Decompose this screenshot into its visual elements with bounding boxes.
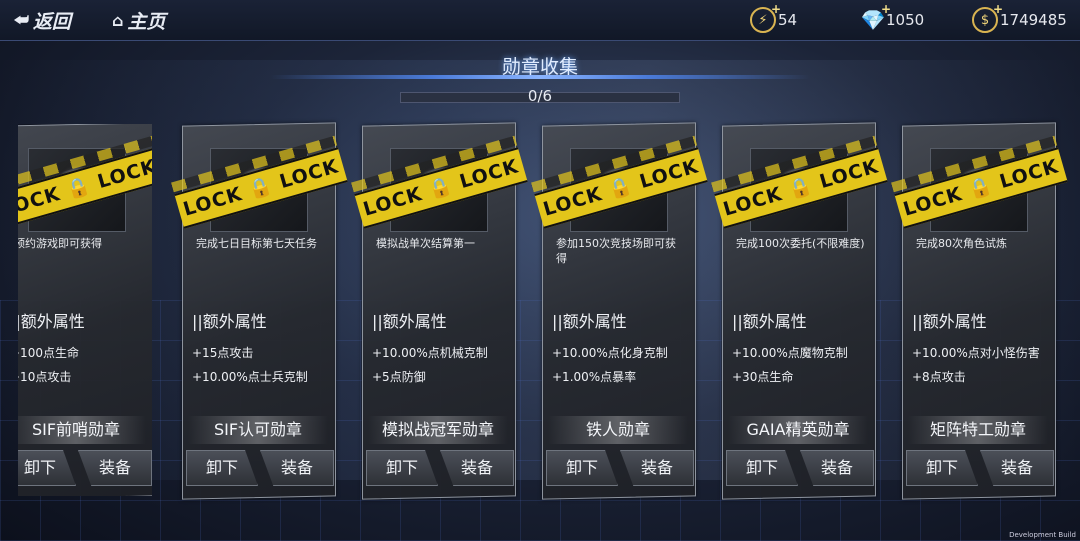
title-underline (270, 75, 810, 79)
attribute-line: +1.00%点暴率 (552, 370, 637, 384)
attribute-line: +10.00%点对小怪伤害 (912, 346, 1040, 360)
extra-attributes-heading: ||额外属性 (912, 312, 987, 331)
coin-counter[interactable]: $ + 1749485 (972, 2, 1067, 34)
medal-name: GAIA精英勋章 (728, 416, 868, 444)
back-button[interactable]: ⮨ 返回 (14, 6, 71, 34)
attribute-line: +15点攻击 (192, 346, 254, 360)
progress-text: 0/6 (527, 87, 553, 105)
home-label: 主页 (127, 10, 166, 33)
back-label: 返回 (32, 10, 71, 33)
add-energy-icon[interactable]: + (771, 2, 781, 16)
add-coin-icon[interactable]: + (993, 2, 1003, 16)
lightning-icon: ⚡ + (750, 2, 781, 33)
medal-description: 完成100次委托(不限难度) (736, 237, 865, 250)
medal-name: 铁人勋章 (548, 416, 688, 444)
attribute-line: +10.00%点机械克制 (372, 346, 488, 360)
extra-attributes-heading: ||额外属性 (192, 312, 267, 331)
extra-attributes-heading: ||额外属性 (732, 312, 807, 331)
medal-name: 矩阵特工勋章 (908, 416, 1048, 444)
add-diamond-icon[interactable]: + (881, 2, 891, 16)
energy-counter[interactable]: ⚡ + 54 (750, 2, 797, 34)
attribute-line: +10.00%点化身克制 (552, 346, 668, 360)
attribute-line: +100点生命 (18, 346, 79, 360)
top-bar: ⮨ 返回 ⌂ 主页 ⚡ + 54 💎 + 1050 $ + 1749485 (0, 0, 1080, 41)
coin-value: 1749485 (1000, 11, 1067, 29)
medal-card[interactable]: LOCK 🔒 LOCK 完成80次角色试炼 ||额外属性 +10.00%点对小怪… (894, 122, 1068, 500)
diamond-value: 1050 (886, 11, 925, 29)
medal-name: 模拟战冠军勋章 (368, 416, 508, 444)
home-icon: ⌂ (112, 10, 124, 30)
extra-attributes-heading: ||额外属性 (552, 312, 627, 331)
attribute-line: +10.00%点魔物克制 (732, 346, 848, 360)
attribute-line: +10点攻击 (18, 370, 72, 384)
medal-name: SIF前哨勋章 (18, 416, 146, 444)
medal-description: 完成80次角色试炼 (916, 237, 1007, 250)
attribute-line: +10.00%点士兵克制 (192, 370, 308, 384)
diamond-counter[interactable]: 💎 + 1050 (860, 2, 925, 34)
attribute-line: +5点防御 (372, 370, 426, 384)
medal-card[interactable]: LOCK 🔒 LOCK 预约游戏即可获得 ||额外属性 +100点生命 +10点… (18, 124, 152, 496)
extra-attributes-heading: ||额外属性 (18, 312, 85, 331)
medal-description: 预约游戏即可获得 (18, 237, 102, 250)
medal-card[interactable]: LOCK 🔒 LOCK 参加150次竞技场即可获得 ||额外属性 +10.00%… (534, 122, 708, 500)
home-button[interactable]: ⌂ 主页 (112, 6, 165, 34)
diamond-icon: 💎 + (860, 2, 891, 32)
medal-card[interactable]: LOCK 🔒 LOCK 完成100次委托(不限难度) ||额外属性 +10.00… (714, 122, 888, 500)
extra-attributes-heading: ||额外属性 (372, 312, 447, 331)
dev-build-label: Development Build (1009, 531, 1076, 539)
medal-description: 完成七日目标第七天任务 (196, 237, 317, 250)
medal-name: SIF认可勋章 (188, 416, 328, 444)
attribute-line: +30点生命 (732, 370, 794, 384)
medal-description: 参加150次竞技场即可获得 (556, 237, 676, 265)
medal-card[interactable]: LOCK 🔒 LOCK 完成七日目标第七天任务 ||额外属性 +15点攻击 +1… (174, 122, 348, 500)
back-icon: ⮨ (14, 10, 29, 29)
attribute-line: +8点攻击 (912, 370, 966, 384)
coin-icon: $ + (972, 2, 1003, 33)
medal-card[interactable]: LOCK 🔒 LOCK 模拟战单次结算第一 ||额外属性 +10.00%点机械克… (354, 122, 528, 500)
medal-description: 模拟战单次结算第一 (376, 237, 475, 250)
